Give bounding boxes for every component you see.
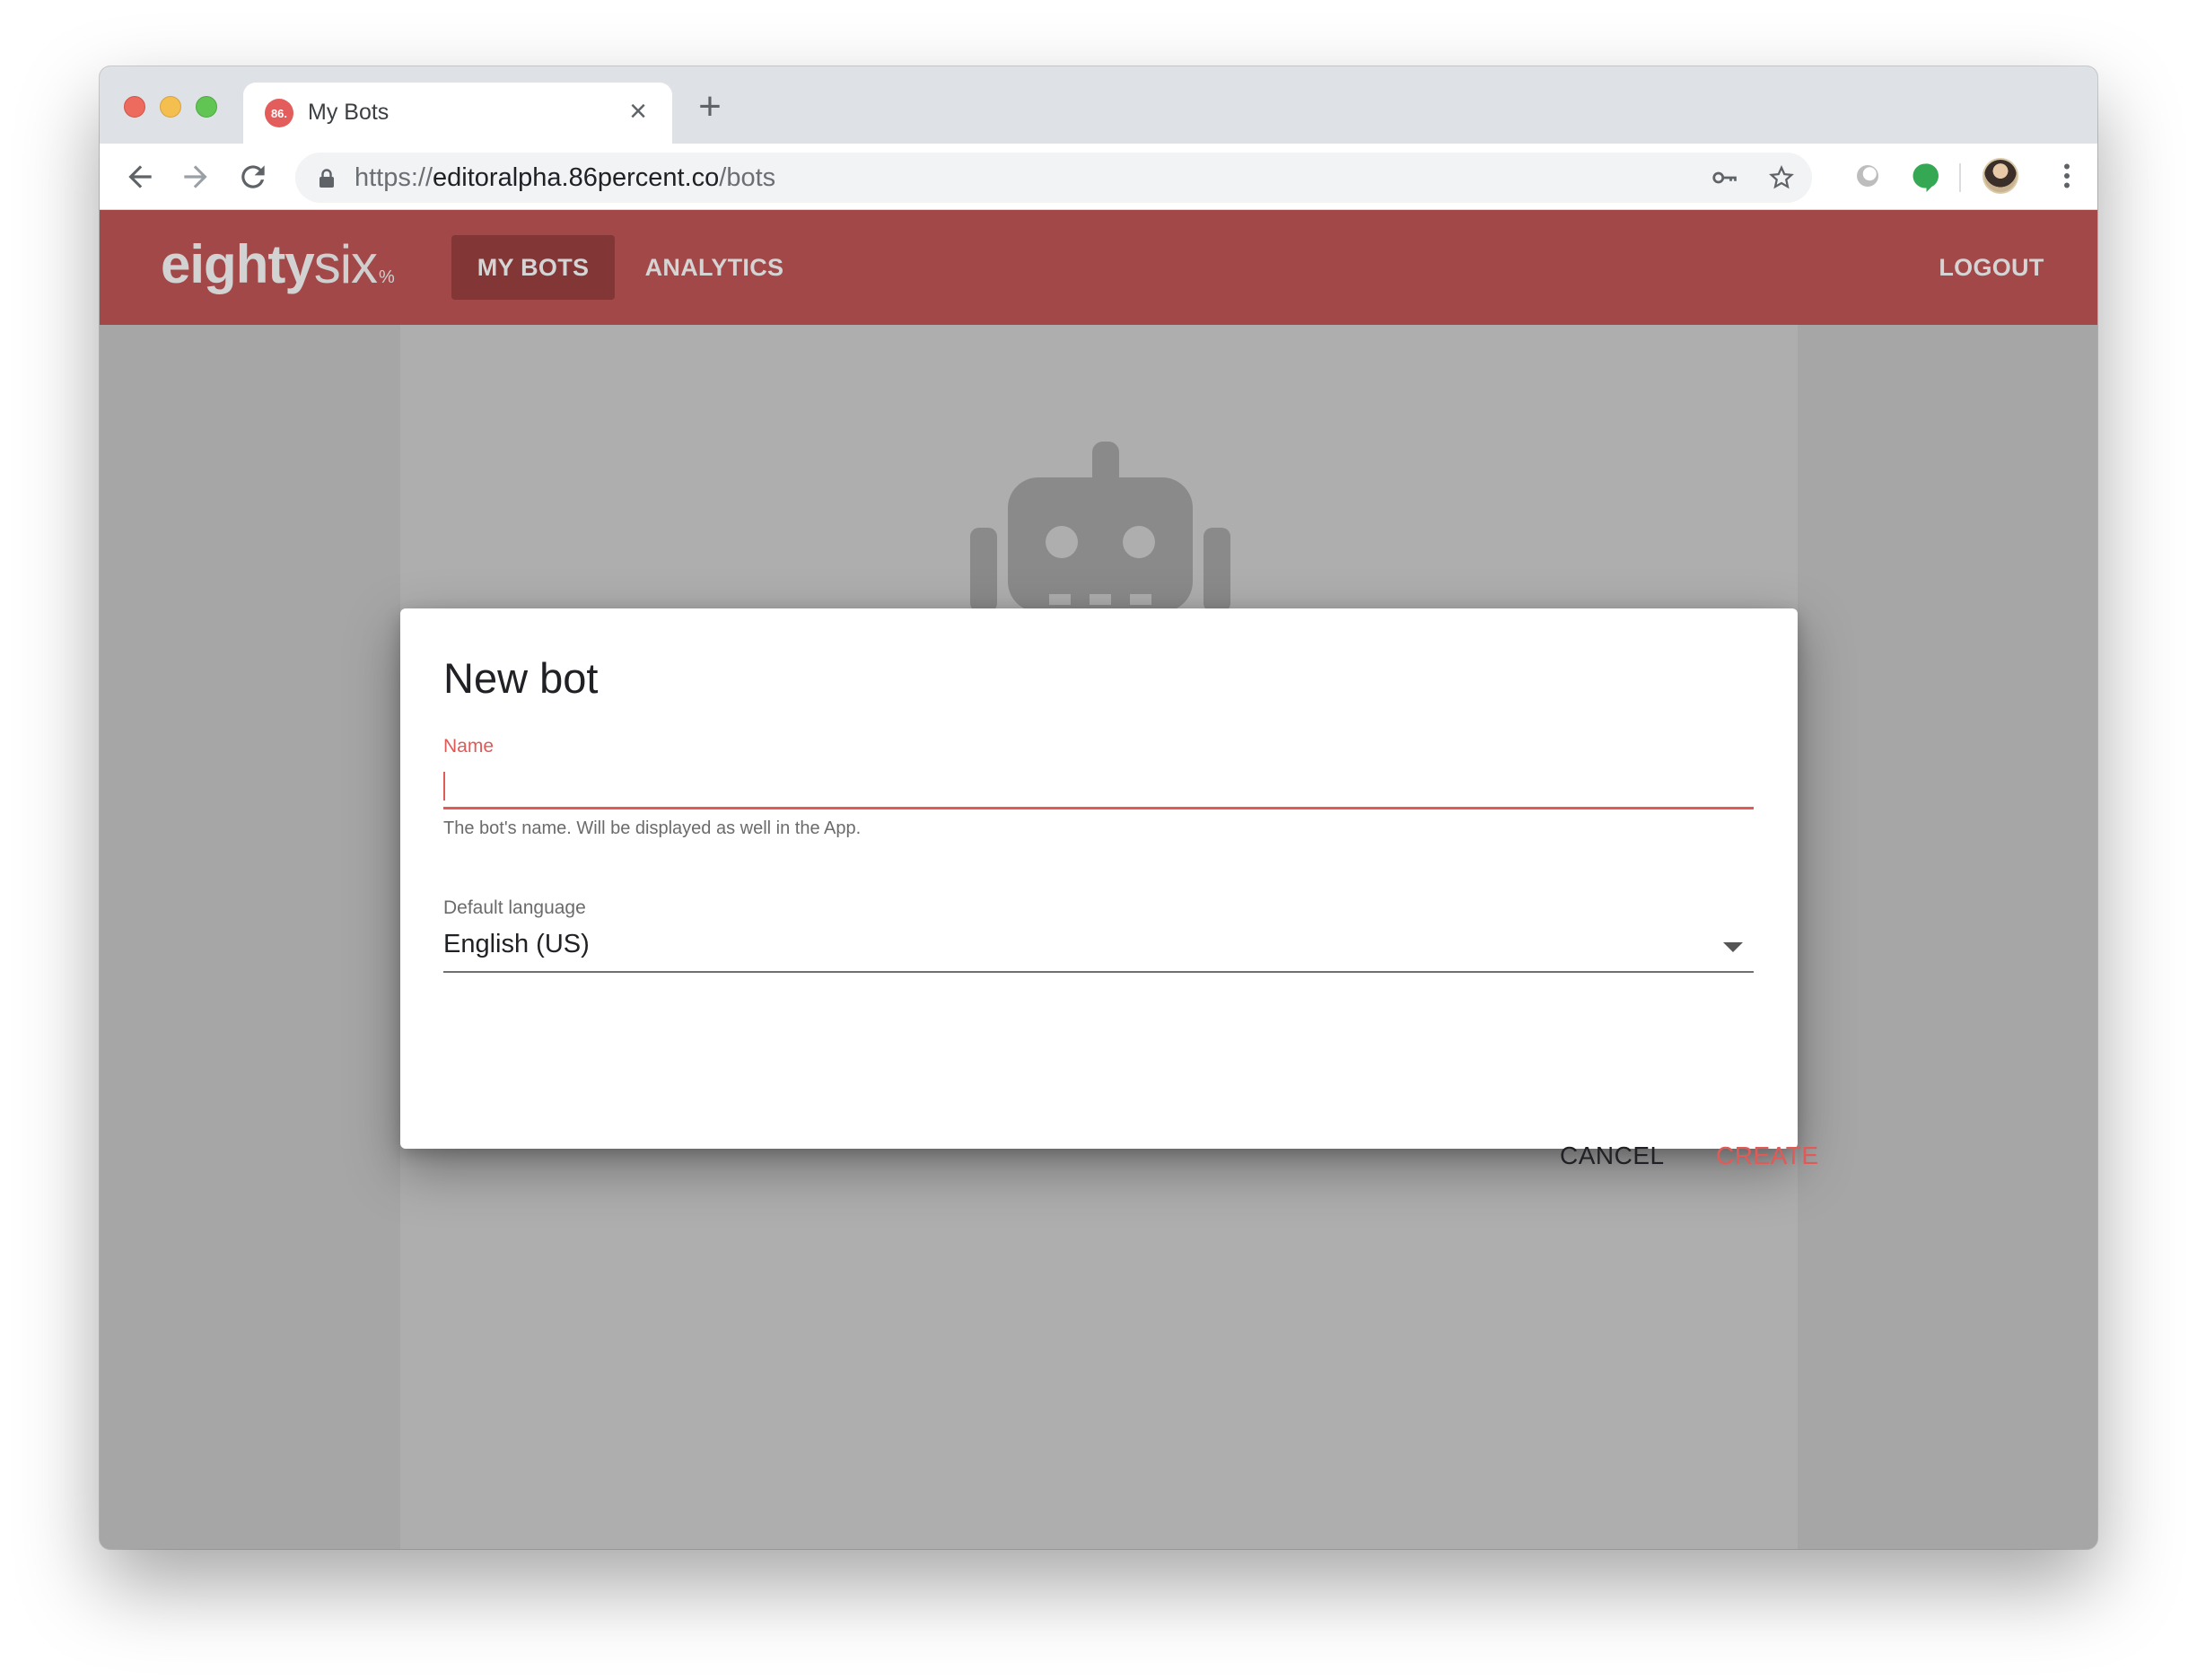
close-tab-icon[interactable]: ×: [622, 95, 654, 127]
cancel-button[interactable]: CANCEL: [1545, 1129, 1679, 1183]
address-bar[interactable]: https://editoralpha.86percent.co/bots: [295, 153, 1812, 203]
url-scheme: https://: [354, 163, 433, 192]
lock-icon: [319, 169, 334, 188]
tab-title: My Bots: [308, 100, 390, 125]
create-button[interactable]: CREATE: [1702, 1129, 1834, 1183]
name-field-label: Name: [443, 736, 495, 757]
back-icon[interactable]: [123, 160, 157, 194]
new-tab-button[interactable]: +: [692, 87, 728, 127]
nav-my-bots[interactable]: MY BOTS: [451, 235, 615, 300]
bot-name-input[interactable]: [443, 761, 1754, 809]
logo-bold-text: eighty: [161, 234, 315, 294]
more-menu-icon[interactable]: [2051, 160, 2083, 192]
default-language-select[interactable]: English (US): [443, 923, 1754, 973]
dialog-title: New bot: [443, 654, 599, 702]
url-text: https://editoralpha.86percent.co/bots: [354, 163, 775, 193]
browser-tab[interactable]: 86. My Bots ×: [243, 83, 672, 144]
name-helper-text: The bot's name. Will be displayed as wel…: [443, 818, 862, 838]
browser-window: 86. My Bots × + https://editoralpha.86pe…: [100, 66, 2097, 1549]
text-caret: [443, 772, 445, 801]
chat-extension-icon[interactable]: [1909, 160, 1941, 192]
app-header: eightysix% MY BOTS ANALYTICS LOGOUT: [100, 210, 2097, 325]
key-icon[interactable]: [1710, 164, 1738, 191]
close-window-button[interactable]: [124, 96, 145, 118]
language-field-label: Default language: [443, 897, 586, 918]
logout-button[interactable]: LOGOUT: [1913, 235, 2070, 300]
logo-percent-text: %: [379, 267, 395, 287]
favicon-icon: 86.: [265, 99, 293, 127]
toolbar-divider: [1959, 163, 1961, 192]
profile-avatar[interactable]: [1983, 158, 2018, 194]
url-path: /bots: [719, 163, 776, 192]
new-bot-dialog: New bot Name The bot's name. Will be dis…: [400, 608, 1818, 1169]
extension-icon[interactable]: [1851, 160, 1884, 192]
forward-icon[interactable]: [179, 160, 213, 194]
robot-icon: [970, 442, 1230, 612]
language-selected-value: English (US): [443, 930, 590, 958]
nav-analytics[interactable]: ANALYTICS: [638, 235, 791, 300]
url-host: editoralpha.86percent.co: [433, 163, 720, 192]
tab-strip: 86. My Bots × +: [100, 66, 2097, 144]
dropdown-arrow-icon[interactable]: [1723, 942, 1743, 952]
maximize-window-button[interactable]: [196, 96, 217, 118]
minimize-window-button[interactable]: [160, 96, 181, 118]
bookmark-star-icon[interactable]: [1767, 164, 1796, 191]
eightysix-logo[interactable]: eightysix%: [161, 233, 395, 295]
logo-thin-text: six: [313, 234, 378, 294]
reload-icon[interactable]: [236, 160, 270, 194]
browser-toolbar: https://editoralpha.86percent.co/bots: [100, 144, 2097, 210]
